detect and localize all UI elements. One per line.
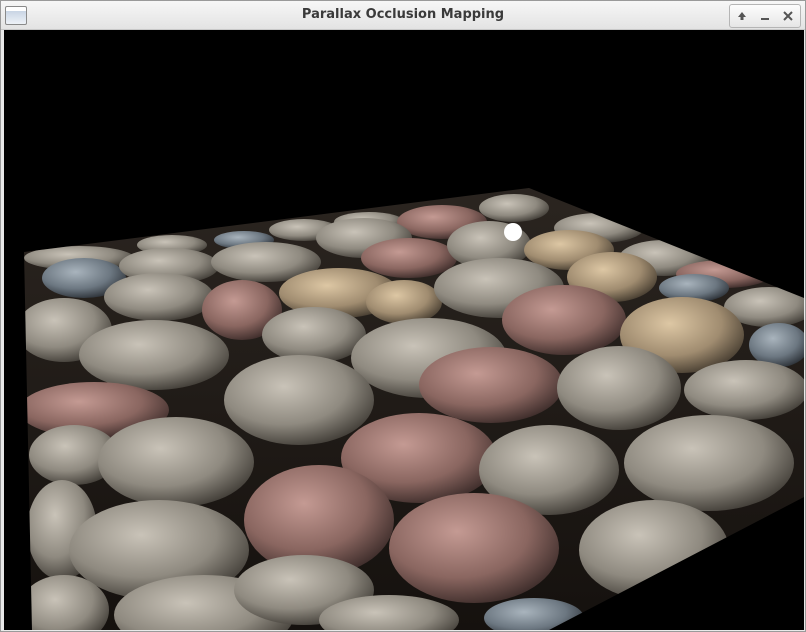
close-button[interactable]	[779, 7, 797, 25]
minimize-button[interactable]	[756, 7, 774, 25]
maximize-button[interactable]	[733, 7, 751, 25]
minimize-icon	[760, 18, 769, 20]
title-bar[interactable]: Parallax Occlusion Mapping	[1, 1, 805, 30]
maximize-icon	[737, 12, 746, 20]
cobblestone-scene	[24, 188, 804, 630]
app-window: Parallax Occlusion Mapping	[0, 0, 806, 632]
close-icon	[783, 11, 794, 21]
window-title: Parallax Occlusion Mapping	[301, 7, 505, 22]
light-source-marker	[504, 223, 522, 241]
render-viewport[interactable]	[4, 30, 804, 630]
window-controls	[729, 4, 801, 28]
